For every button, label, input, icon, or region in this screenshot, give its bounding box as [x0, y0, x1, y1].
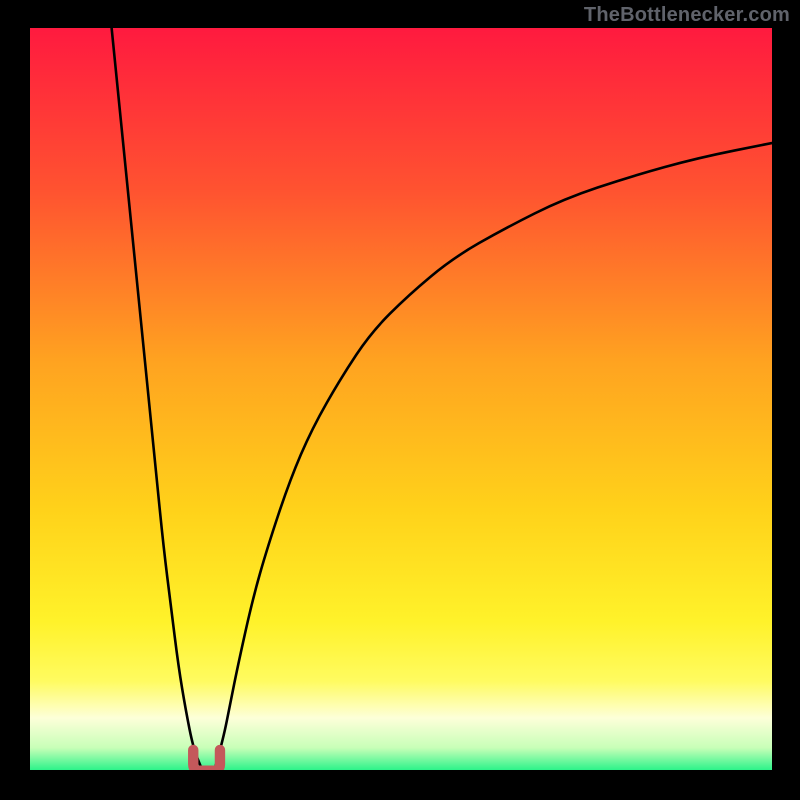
plot-area	[30, 28, 772, 770]
minimum-marker	[193, 750, 220, 770]
bottleneck-curve	[30, 28, 772, 770]
curve-right-branch	[216, 143, 773, 766]
curve-left-branch	[112, 28, 201, 766]
attribution-text: TheBottlenecker.com	[584, 4, 790, 27]
